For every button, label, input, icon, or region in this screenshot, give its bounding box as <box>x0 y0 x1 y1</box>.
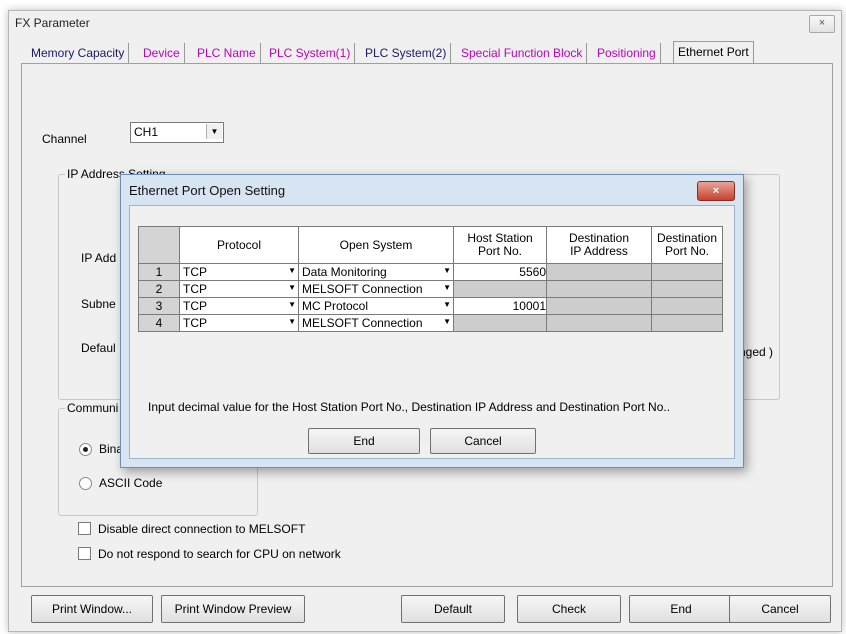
channel-select[interactable]: CH1 ▼ <box>130 122 224 143</box>
channel-value: CH1 <box>134 125 159 139</box>
dest-port-header-line1: Destination <box>656 231 718 245</box>
table-row: 3 TCP ▼ MC Protocol ▼ 10001 <box>138 297 723 315</box>
dialog-body: Protocol Open System Host Station Port N… <box>129 205 735 459</box>
tab-ethernet-port[interactable]: Ethernet Port <box>673 41 754 64</box>
host-port-input[interactable]: 5560 <box>453 263 547 281</box>
protocol-select[interactable]: TCP ▼ <box>179 314 299 332</box>
tab-plc-system-1[interactable]: PLC System(1) <box>265 43 356 63</box>
dest-ip-header-line2: IP Address <box>570 244 628 258</box>
protocol-value: TCP <box>183 299 207 313</box>
destination-port-cell <box>651 314 723 332</box>
chevron-down-icon[interactable]: ▼ <box>443 300 451 309</box>
ascii-code-label: ASCII Code <box>99 476 163 490</box>
open-system-select[interactable]: Data Monitoring ▼ <box>298 263 454 281</box>
host-port-input[interactable]: 10001 <box>453 297 547 315</box>
protocol-select[interactable]: TCP ▼ <box>179 263 299 281</box>
subnet-mask-label: Subne <box>81 297 116 311</box>
disable-direct-connection-label: Disable direct connection to MELSOFT <box>98 522 306 536</box>
chevron-down-icon[interactable]: ▼ <box>443 266 451 275</box>
tab-positioning[interactable]: Positioning <box>593 43 661 63</box>
print-window-button[interactable]: Print Window... <box>31 595 153 623</box>
tab-device[interactable]: Device <box>139 43 185 63</box>
tab-plc-system-2[interactable]: PLC System(2) <box>361 43 452 63</box>
table-row: 2 TCP ▼ MELSOFT Connection ▼ <box>138 280 723 298</box>
destination-port-header: Destination Port No. <box>651 226 723 264</box>
destination-ip-header: Destination IP Address <box>546 226 652 264</box>
row-number: 1 <box>138 263 180 281</box>
row-number-header <box>138 226 180 264</box>
destination-ip-cell <box>546 297 652 315</box>
host-port-header-line1: Host Station <box>467 231 533 245</box>
protocol-value: TCP <box>183 282 207 296</box>
open-system-value: MC Protocol <box>302 299 369 313</box>
open-system-header: Open System <box>298 226 454 264</box>
protocol-value: TCP <box>183 316 207 330</box>
chevron-down-icon[interactable]: ▼ <box>288 317 296 326</box>
host-port-header-line2: Port No. <box>477 244 522 258</box>
row-number: 2 <box>138 280 180 298</box>
destination-ip-cell <box>546 263 652 281</box>
destination-ip-cell <box>546 280 652 298</box>
default-router-label: Defaul <box>81 341 116 355</box>
binary-code-radio[interactable] <box>79 443 92 456</box>
protocol-select[interactable]: TCP ▼ <box>179 297 299 315</box>
ip-address-label: IP Add <box>81 251 117 265</box>
chevron-down-icon[interactable]: ▼ <box>288 283 296 292</box>
chevron-down-icon[interactable]: ▼ <box>288 266 296 275</box>
host-station-port-header: Host Station Port No. <box>453 226 547 264</box>
destination-ip-cell <box>546 314 652 332</box>
communication-group-title: Communi <box>65 401 121 415</box>
ascii-code-radio[interactable] <box>79 477 92 490</box>
ethernet-port-open-setting-dialog: Ethernet Port Open Setting × Protocol Op… <box>120 174 744 468</box>
window-title: FX Parameter <box>15 16 90 30</box>
open-system-value: MELSOFT Connection <box>302 316 423 330</box>
dialog-cancel-button[interactable]: Cancel <box>430 428 536 454</box>
open-system-value: Data Monitoring <box>302 265 387 279</box>
check-button[interactable]: Check <box>517 595 621 623</box>
do-not-respond-checkbox[interactable] <box>78 547 91 560</box>
dest-ip-header-line1: Destination <box>568 231 630 245</box>
cancel-button[interactable]: Cancel <box>729 595 831 623</box>
tab-plc-name[interactable]: PLC Name <box>193 43 261 63</box>
open-system-value: MELSOFT Connection <box>302 282 423 296</box>
dialog-title: Ethernet Port Open Setting <box>129 183 286 198</box>
table-header-row: Protocol Open System Host Station Port N… <box>138 226 723 264</box>
protocol-header: Protocol <box>179 226 299 264</box>
protocol-select[interactable]: TCP ▼ <box>179 280 299 298</box>
print-window-preview-button[interactable]: Print Window Preview <box>161 595 305 623</box>
dialog-end-button[interactable]: End <box>308 428 420 454</box>
table-row: 4 TCP ▼ MELSOFT Connection ▼ <box>138 314 723 332</box>
disable-direct-connection-checkbox[interactable] <box>78 522 91 535</box>
dest-port-header-line2: Port No. <box>664 244 709 258</box>
tab-special-function-block[interactable]: Special Function Block <box>457 43 588 63</box>
window-close-button[interactable]: × <box>809 15 835 33</box>
do-not-respond-label: Do not respond to search for CPU on netw… <box>98 547 341 561</box>
host-port-cell <box>453 314 547 332</box>
title-bar: FX Parameter × <box>9 11 841 35</box>
default-button[interactable]: Default <box>401 595 505 623</box>
chevron-down-icon[interactable]: ▼ <box>443 283 451 292</box>
destination-port-cell <box>651 263 723 281</box>
channel-label: Channel <box>42 132 87 146</box>
protocol-value: TCP <box>183 265 207 279</box>
changed-note: nged ) <box>739 345 774 359</box>
chevron-down-icon[interactable]: ▼ <box>443 317 451 326</box>
port-settings-table: Protocol Open System Host Station Port N… <box>138 226 723 332</box>
destination-port-cell <box>651 297 723 315</box>
table-row: 1 TCP ▼ Data Monitoring ▼ 5560 <box>138 263 723 281</box>
tab-memory-capacity[interactable]: Memory Capacity <box>27 43 130 63</box>
chevron-down-icon[interactable]: ▼ <box>206 124 222 139</box>
row-number: 4 <box>138 314 180 332</box>
open-system-select[interactable]: MELSOFT Connection ▼ <box>298 314 454 332</box>
chevron-down-icon[interactable]: ▼ <box>288 300 296 309</box>
end-button[interactable]: End <box>629 595 733 623</box>
open-system-select[interactable]: MELSOFT Connection ▼ <box>298 280 454 298</box>
open-system-select[interactable]: MC Protocol ▼ <box>298 297 454 315</box>
destination-port-cell <box>651 280 723 298</box>
row-number: 3 <box>138 297 180 315</box>
input-hint-text: Input decimal value for the Host Station… <box>148 400 671 414</box>
dialog-close-button[interactable]: × <box>697 181 735 201</box>
host-port-cell <box>453 280 547 298</box>
radio-selected-dot <box>83 447 88 452</box>
